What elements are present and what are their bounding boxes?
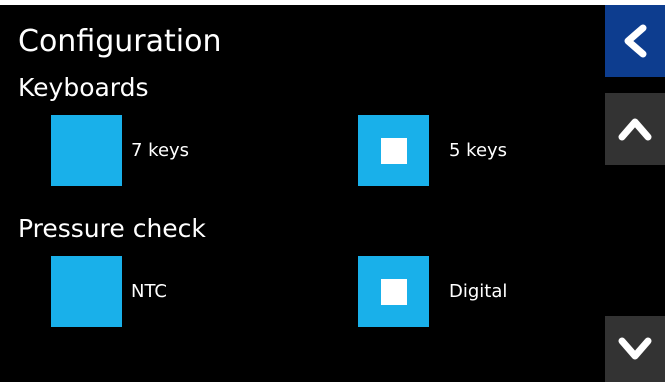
section-title-pressure-check: Pressure check (18, 214, 206, 243)
option-label: NTC (131, 280, 167, 302)
option-checkbox[interactable] (51, 256, 122, 327)
chevron-left-icon (624, 24, 647, 58)
scroll-down-button[interactable] (605, 316, 665, 382)
chevron-down-icon (618, 337, 652, 360)
selected-indicator (380, 278, 407, 305)
option-checkbox[interactable] (51, 115, 122, 186)
configuration-screen: Configuration Keyboards 7 keys 5 keys Pr… (0, 5, 665, 382)
option-checkbox[interactable] (358, 256, 429, 327)
pressure-option-digital[interactable]: Digital (358, 256, 507, 327)
section-title-keyboards: Keyboards (18, 73, 149, 102)
back-button[interactable] (605, 5, 665, 77)
option-label: 7 keys (131, 139, 190, 161)
chevron-up-icon (618, 118, 652, 141)
page-title: Configuration (18, 24, 222, 59)
navigation-sidebar (605, 5, 665, 382)
scroll-up-button[interactable] (605, 93, 665, 165)
keyboard-option-7-keys[interactable]: 7 keys (51, 115, 189, 186)
option-label: 5 keys (449, 139, 508, 161)
option-checkbox[interactable] (358, 115, 429, 186)
pressure-option-ntc[interactable]: NTC (51, 256, 167, 327)
keyboard-option-5-keys[interactable]: 5 keys (358, 115, 507, 186)
option-label: Digital (449, 280, 508, 302)
selected-indicator (380, 137, 407, 164)
